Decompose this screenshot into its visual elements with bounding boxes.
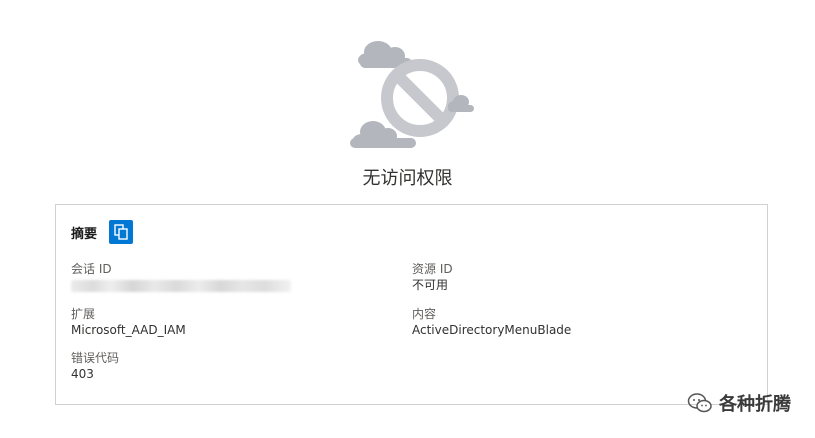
copy-icon [114, 224, 128, 240]
error-code-field: 错误代码 403 [71, 350, 119, 382]
summary-title: 摘要 [71, 226, 98, 242]
content-label: 内容 [412, 307, 437, 321]
summary-header: 摘要 [71, 220, 134, 244]
wechat-icon [687, 393, 712, 413]
content-field: 内容 ActiveDirectoryMenuBlade [412, 306, 571, 338]
page-title: 无访问权限 [362, 168, 453, 189]
error-code-value: 403 [71, 367, 94, 381]
extension-value: Microsoft_AAD_IAM [71, 323, 186, 337]
content-value: ActiveDirectoryMenuBlade [412, 323, 572, 337]
resource-id-field: 资源 ID 不可用 [412, 261, 453, 293]
copy-button[interactable] [109, 220, 134, 244]
session-id-value-redacted [71, 280, 291, 292]
watermark: 各种折腾 [687, 390, 791, 416]
extension-label: 扩展 [71, 307, 96, 321]
error-code-label: 错误代码 [71, 351, 120, 365]
resource-id-label: 资源 ID [412, 262, 453, 276]
session-id-label: 会话 ID [71, 262, 112, 276]
watermark-text: 各种折腾 [719, 394, 791, 415]
access-denied-page: 无访问权限 摘要 会话 ID 扩展 Microsoft_AAD_IAM 错误代码… [0, 0, 815, 438]
resource-id-value: 不可用 [412, 278, 449, 292]
no-access-illustration [340, 30, 480, 155]
prohibited-icon [350, 41, 474, 148]
extension-field: 扩展 Microsoft_AAD_IAM [71, 306, 186, 338]
session-id-field: 会话 ID [71, 261, 291, 292]
error-summary-panel: 摘要 会话 ID 扩展 Microsoft_AAD_IAM 错误代码 403 资… [55, 204, 768, 405]
